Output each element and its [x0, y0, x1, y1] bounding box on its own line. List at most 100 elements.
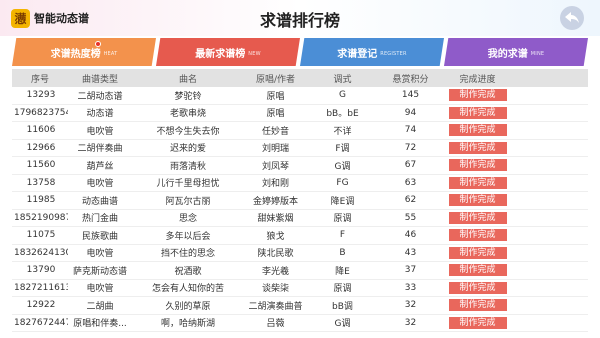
- row-id: 13790: [26, 265, 56, 276]
- row-points: 67: [404, 160, 417, 171]
- row-points: 62: [404, 195, 417, 206]
- row-title: 儿行千里母担忧: [156, 179, 220, 190]
- table-row[interactable]: 1832624130... 电吹管 挡不住的思念 陕北民歌 B 43 制作完成: [12, 245, 588, 262]
- row-points: 55: [404, 212, 417, 223]
- row-artist: 刘明瑞: [261, 144, 289, 155]
- tab-mine[interactable]: 我的求谱 MINE: [444, 38, 588, 66]
- row-id: 13293: [26, 90, 56, 101]
- status-badge[interactable]: 制作完成: [448, 264, 507, 277]
- row-type: 二胡动态谱: [77, 91, 123, 102]
- row-key: G: [339, 90, 346, 101]
- row-points: 63: [404, 177, 417, 188]
- row-title: 思念: [178, 214, 197, 225]
- status-badge[interactable]: 制作完成: [448, 141, 507, 154]
- table-row[interactable]: 11560 葫芦丝 雨落清秋 刘凤琴 G调 67 制作完成: [12, 157, 588, 175]
- table-row[interactable]: 13293 二胡动态谱 梦驼铃 原唱 G 145 制作完成: [12, 87, 588, 105]
- table-row[interactable]: 12966 二胡伴奏曲 迟来的爱 刘明瑞 F调 72 制作完成: [12, 140, 588, 157]
- table-row[interactable]: 11606 电吹管 不想今生失去你 任妙音 不详 74 制作完成: [12, 122, 588, 140]
- table-row[interactable]: 12922 二胡曲 久别的草原 二胡演奏曲普 bB调 32 制作完成: [12, 297, 588, 315]
- row-key: F: [339, 230, 346, 241]
- status-badge[interactable]: 制作完成: [448, 176, 507, 189]
- row-type: 电吹管: [86, 126, 114, 137]
- back-arrow-icon: [565, 12, 579, 23]
- column-header: 完成进度: [459, 74, 496, 85]
- row-id: 13758: [26, 177, 56, 188]
- row-title: 久别的草原: [165, 301, 211, 312]
- tab-heat-label: 求谱热度榜: [50, 48, 101, 60]
- row-title: 梦驼铃: [174, 91, 202, 102]
- row-type: 热门金曲: [81, 214, 118, 225]
- row-points: 43: [404, 247, 417, 258]
- back-button[interactable]: [560, 6, 584, 30]
- row-key: F调: [335, 144, 350, 155]
- row-points: 33: [404, 282, 417, 293]
- row-points: 32: [404, 300, 417, 311]
- row-title: 挡不住的思念: [160, 249, 215, 260]
- tab-register[interactable]: 求谱登记 REGISTER: [300, 38, 444, 66]
- status-badge[interactable]: 制作完成: [448, 246, 507, 259]
- row-artist: 谈柴柒: [261, 284, 289, 295]
- status-badge[interactable]: 制作完成: [448, 124, 507, 137]
- row-key: B: [339, 247, 346, 258]
- row-artist: 二胡演奏曲普: [248, 301, 303, 312]
- row-artist: 李光羲: [261, 266, 289, 277]
- row-id: 11606: [26, 125, 56, 136]
- table-row[interactable]: 11075 民族歌曲 多年以后会 狼戈 F 46 制作完成: [12, 227, 588, 245]
- row-artist: 刘和刚: [261, 179, 289, 190]
- row-id: 1832624130...: [14, 247, 68, 258]
- row-points: 32: [404, 317, 417, 328]
- notification-dot-icon: [95, 41, 101, 47]
- row-artist: 甜妹紫烟: [257, 214, 294, 225]
- tab-new-label: 最新求谱榜: [195, 48, 246, 60]
- row-title: 祝酒歌: [174, 266, 202, 277]
- page-title: 求谱排行榜: [259, 11, 340, 30]
- status-badge[interactable]: 制作完成: [448, 299, 507, 312]
- tab-heat[interactable]: 求谱热度榜 HEAT: [12, 38, 156, 66]
- row-id: 1852190987...: [14, 212, 68, 223]
- status-badge[interactable]: 制作完成: [448, 229, 507, 242]
- status-badge[interactable]: 制作完成: [448, 159, 507, 172]
- row-key: FG: [336, 177, 349, 188]
- tab-register-label: 求谱登记: [337, 48, 378, 60]
- status-badge[interactable]: 制作完成: [448, 211, 507, 224]
- row-id: 1827211613...: [14, 282, 68, 293]
- table-body: 13293二胡动态谱梦驼铃原唱G145制作完成1796823754...动态谱老…: [12, 87, 588, 332]
- row-points: 145: [401, 90, 420, 101]
- row-key: G调: [334, 161, 351, 172]
- table-row[interactable]: 13790 萨克斯动态谱 祝酒歌 李光羲 降E 37 制作完成: [12, 262, 588, 280]
- row-type: 电吹管: [86, 249, 114, 260]
- row-title: 不想今生失去你: [156, 126, 220, 137]
- column-header: 原唱/作者: [255, 74, 296, 85]
- status-badge[interactable]: 制作完成: [448, 281, 507, 294]
- table-header-row: 序号 曲谱类型 曲名 原唱/作者 调式 悬赏积分 完成进度: [12, 69, 588, 87]
- status-badge[interactable]: 制作完成: [448, 316, 507, 329]
- row-type: 民族歌曲: [81, 231, 118, 242]
- row-title: 怎会有人知你的苦: [151, 284, 224, 295]
- row-id: 1827672447...: [14, 317, 68, 328]
- row-key: 原调: [333, 284, 352, 295]
- column-header: 曲名: [178, 74, 197, 85]
- table-row[interactable]: 13758 电吹管 儿行千里母担忧 刘和刚 FG 63 制作完成: [12, 175, 588, 192]
- status-badge[interactable]: 制作完成: [448, 106, 507, 119]
- row-points: 46: [404, 230, 417, 241]
- table-row[interactable]: 11985 动态曲谱 阿瓦尔古丽 金婷婷版本 降E调 62 制作完成: [12, 192, 588, 210]
- row-key: 不详: [333, 126, 352, 137]
- row-points: 37: [404, 265, 417, 276]
- row-artist: 原唱: [266, 91, 285, 102]
- status-badge[interactable]: 制作完成: [448, 89, 507, 102]
- tab-mine-sub: MINE: [530, 50, 545, 57]
- row-key: bB调: [332, 301, 353, 312]
- row-type: 葫芦丝: [86, 161, 114, 172]
- tab-bar: 求谱热度榜 HEAT 最新求谱榜 NEW 求谱登记 REGISTER 我的求谱 …: [0, 38, 600, 66]
- table-row[interactable]: 1827211613... 电吹管 怎会有人知你的苦 谈柴柒 原调 33 制作完成: [12, 280, 588, 297]
- tab-new[interactable]: 最新求谱榜 NEW: [156, 38, 300, 66]
- column-header: 曲谱类型: [81, 74, 118, 85]
- table-row[interactable]: 1796823754... 动态谱 老歌串烧 原唱 bB。bE 94 制作完成: [12, 105, 588, 122]
- column-header: 调式: [333, 74, 352, 85]
- table-row[interactable]: 1852190987... 热门金曲 思念 甜妹紫烟 原调 55 制作完成: [12, 210, 588, 227]
- row-type: 电吹管: [86, 179, 114, 190]
- table-row[interactable]: 1827672447... 原唱和伴奏... 啊，哈纳斯湖 吕薇 G调 32 制作完成: [12, 315, 588, 332]
- status-badge[interactable]: 制作完成: [448, 194, 507, 207]
- row-type: 动态谱: [86, 109, 114, 120]
- row-id: 12966: [26, 142, 56, 153]
